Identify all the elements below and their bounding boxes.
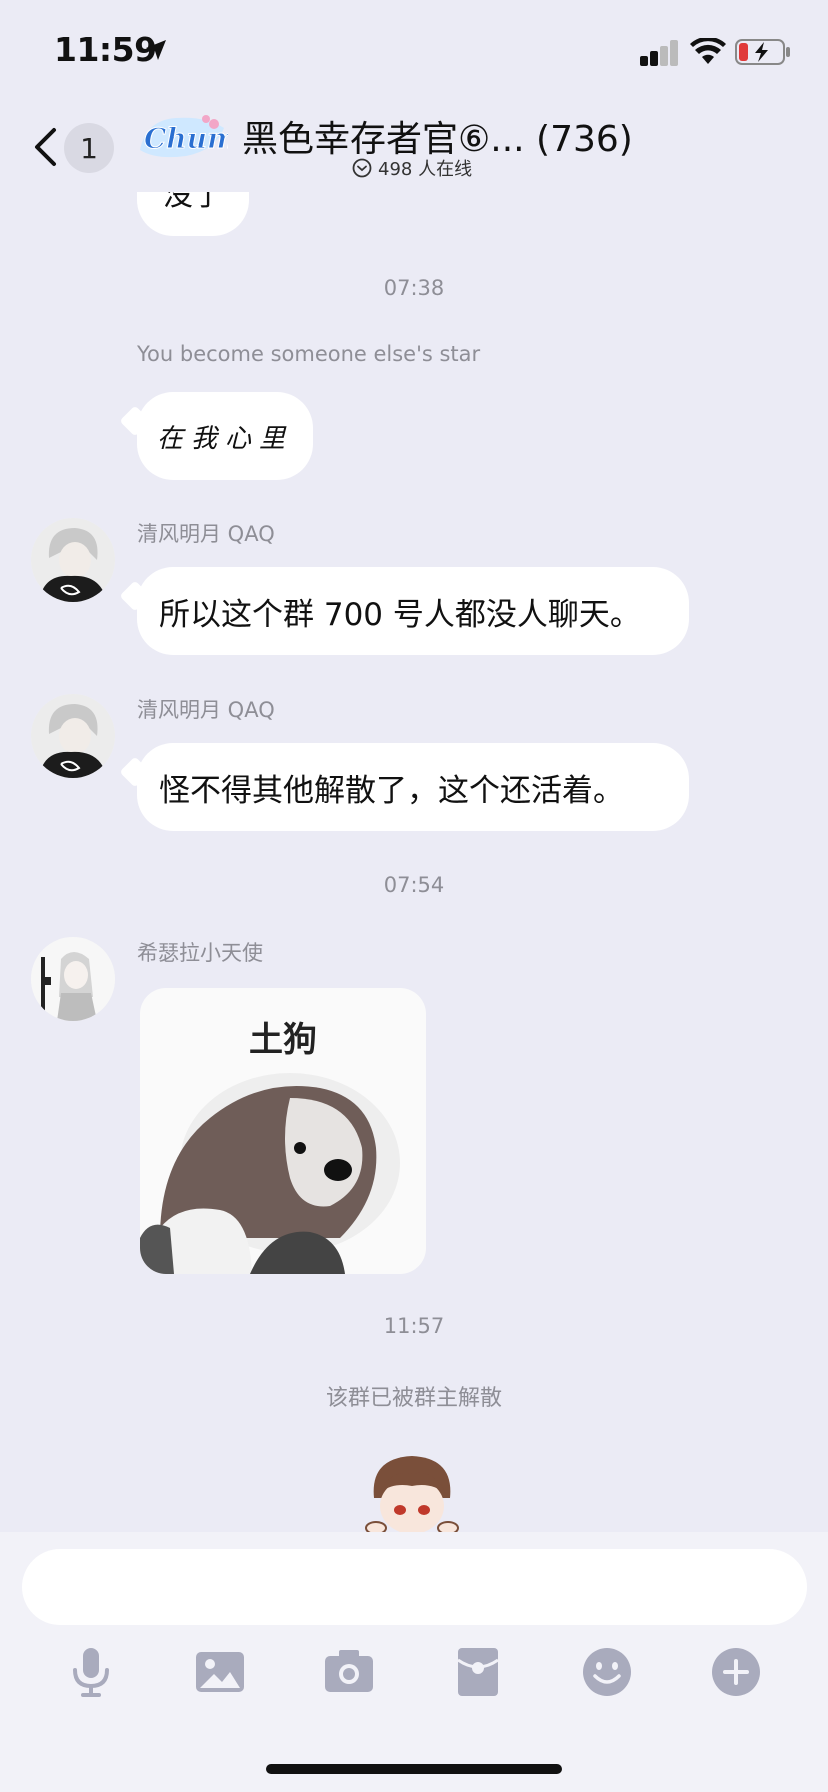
peeking-mascot-icon (365, 1456, 459, 1532)
sticker-caption: 土狗 (249, 1020, 317, 1060)
handwritten-text: 在我心里 (156, 423, 293, 454)
message-bubble[interactable]: 怪不得其他解散了，这个还活着。 (137, 743, 689, 831)
status-time: 11:59 (54, 30, 157, 69)
location-arrow-icon (146, 40, 166, 60)
avatar[interactable] (31, 694, 115, 778)
avatar-image (31, 518, 115, 602)
sender-name: 希瑟拉小天使 (137, 941, 263, 965)
signature-text: You become someone else's star (137, 342, 481, 366)
chevron-circle-down-icon (352, 158, 372, 178)
plus-icon[interactable] (710, 1646, 762, 1698)
sticker-image[interactable]: 土狗 (140, 988, 426, 1274)
emoji-icon[interactable] (581, 1646, 633, 1698)
message-bubble-partial[interactable]: 没了 (137, 192, 249, 236)
message-text: 所以这个群 700 号人都没人聊天。 (159, 596, 641, 633)
avatar[interactable] (31, 518, 115, 602)
status-bar: 11:59 (0, 0, 828, 100)
timestamp: 11:57 (383, 1314, 445, 1338)
image-icon[interactable] (194, 1646, 246, 1698)
wifi-icon (690, 38, 726, 64)
cellular-signal-icon (640, 40, 678, 66)
message-text: 怪不得其他解散了，这个还活着。 (159, 772, 624, 809)
timestamp: 07:54 (383, 873, 445, 897)
message-text: 没了 (163, 192, 223, 213)
battery-icon (735, 39, 790, 65)
system-notice: 该群已被群主解散 (325, 1386, 502, 1411)
sender-name: 清风明月 QAQ (137, 698, 275, 722)
microphone-icon[interactable] (65, 1646, 117, 1698)
back-chevron-icon[interactable] (30, 126, 60, 168)
message-bubble[interactable]: 所以这个群 700 号人都没人聊天。 (137, 567, 689, 655)
unread-count-badge[interactable]: 1 (64, 123, 114, 173)
chat-header: 1 Chum 黑色幸存者官⑥... (736) 498 人在线 (0, 100, 828, 192)
red-packet-icon[interactable] (452, 1646, 504, 1698)
avatar[interactable] (31, 937, 115, 1021)
home-indicator[interactable] (266, 1764, 562, 1774)
avatar-image (31, 694, 115, 778)
input-area (0, 1532, 828, 1792)
online-count-label: 498 人在线 (378, 159, 473, 180)
timestamp: 07:38 (383, 276, 445, 300)
message-input[interactable] (22, 1549, 807, 1625)
sender-name: 清风明月 QAQ (137, 522, 275, 546)
camera-icon[interactable] (323, 1646, 375, 1698)
group-avatar-logo[interactable]: Chum (136, 110, 228, 162)
online-count[interactable]: 498 人在线 (352, 156, 472, 180)
message-bubble-handwritten[interactable]: 在我心里 (137, 392, 313, 480)
chat-messages[interactable]: 没了 07:38 You become someone else's star … (0, 192, 828, 1532)
avatar-image (31, 937, 115, 1021)
